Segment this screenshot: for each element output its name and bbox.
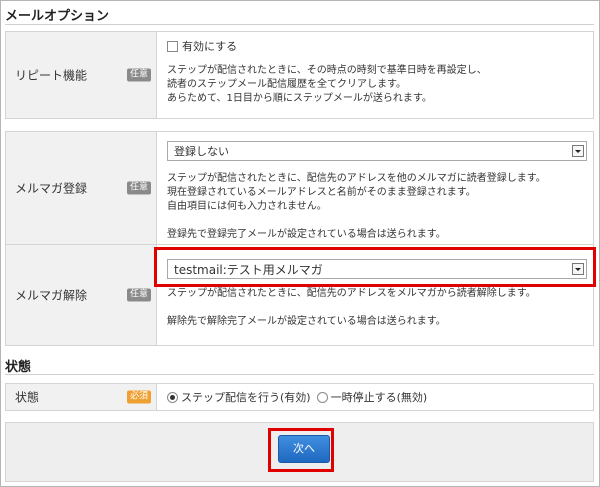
subscribe-select[interactable]: 登録しない	[167, 141, 587, 161]
desc-spacer	[167, 214, 546, 228]
status-content: ステップ配信を行う(有効) 一時停止する(無効)	[157, 384, 593, 410]
status-option-paused[interactable]: 一時停止する(無効)	[316, 389, 428, 405]
status-row: 状態 必須 ステップ配信を行う(有効) 一時停止する(無効)	[6, 384, 593, 410]
radio-button[interactable]	[167, 391, 178, 403]
repeat-enable-checkbox[interactable]: 有効にする	[167, 38, 237, 54]
chevron-down-icon[interactable]	[572, 145, 584, 157]
mail-options-title: メールオプション	[5, 9, 110, 24]
unsubscribe-label-cell: メルマガ解除 任意	[6, 245, 157, 345]
desc-line: 解除先で解除完了メールが設定されている場合は送られます。	[167, 316, 446, 327]
desc-line: あらためて、1日目から順にステップメールが送られます。	[167, 93, 432, 104]
subscribe-row: メルマガ登録 任意 登録しない ステップが配信されたときに、配信先のアドレスを他…	[6, 132, 593, 244]
optional-badge: 任意	[127, 68, 151, 82]
status-radio-group: ステップ配信を行う(有効) 一時停止する(無効)	[167, 389, 433, 405]
unsubscribe-description: ステップが配信されたときに、配信先のアドレスをメルマガから読者解除します。 解除…	[167, 287, 536, 329]
section-divider	[5, 24, 594, 25]
unsubscribe-label: メルマガ解除	[15, 288, 88, 303]
section-divider	[5, 374, 594, 375]
desc-line: 登録先で登録完了メールが設定されている場合は送られます。	[167, 229, 446, 240]
repeat-row: リピート機能 任意 有効にする ステップが配信されたときに、その時点の時刻で基準…	[6, 32, 593, 118]
subscribe-label: メルマガ登録	[15, 181, 88, 196]
status-title: 状態	[5, 360, 32, 375]
mailmag-table: メルマガ登録 任意 登録しない ステップが配信されたときに、配信先のアドレスを他…	[5, 131, 594, 346]
desc-line: ステップが配信されたときに、配信先のアドレスをメルマガから読者解除します。	[167, 288, 536, 299]
select-value: 登録しない	[174, 145, 229, 158]
optional-badge: 任意	[127, 288, 151, 302]
desc-line: ステップが配信されたときに、その時点の時刻で基準日時を再設定し、	[167, 65, 487, 76]
required-badge: 必須	[127, 390, 151, 404]
repeat-label-cell: リピート機能 任意	[6, 32, 157, 118]
checkbox-label: 有効にする	[182, 40, 238, 53]
status-table: 状態 必須 ステップ配信を行う(有効) 一時停止する(無効)	[5, 383, 594, 411]
status-option-active[interactable]: ステップ配信を行う(有効)	[167, 389, 311, 405]
subscribe-label-cell: メルマガ登録 任意	[6, 132, 157, 244]
radio-label: ステップ配信を行う(有効)	[181, 391, 311, 404]
optional-badge: 任意	[127, 181, 151, 195]
desc-line: 現在登録されているメールアドレスと名前がそのまま登録されます。	[167, 187, 476, 198]
repeat-description: ステップが配信されたときに、その時点の時刻で基準日時を再設定し、 読者のステップ…	[167, 64, 487, 106]
repeat-content: 有効にする ステップが配信されたときに、その時点の時刻で基準日時を再設定し、 読…	[157, 32, 593, 118]
repeat-label: リピート機能	[15, 68, 88, 83]
radio-label: 一時停止する(無効)	[330, 391, 428, 404]
radio-button[interactable]	[316, 391, 328, 403]
repeat-table: リピート機能 任意 有効にする ステップが配信されたときに、その時点の時刻で基準…	[5, 31, 594, 119]
checkbox-box[interactable]	[167, 40, 178, 52]
desc-line: 自由項目には何も入力されません。	[167, 201, 327, 212]
desc-line: ステップが配信されたときに、配信先のアドレスを他のメルマガに読者登録します。	[167, 173, 546, 184]
subscribe-content: 登録しない ステップが配信されたときに、配信先のアドレスを他のメルマガに読者登録…	[157, 132, 593, 244]
status-label: 状態	[15, 390, 40, 405]
status-label-cell: 状態 必須	[6, 384, 157, 410]
highlight-next-button	[268, 428, 334, 472]
subscribe-description: ステップが配信されたときに、配信先のアドレスを他のメルマガに読者登録します。 現…	[167, 172, 546, 242]
desc-line: 読者のステップメール配信履歴を全てクリアします。	[167, 79, 406, 90]
desc-spacer	[167, 301, 536, 315]
highlight-unsubscribe-select	[154, 247, 596, 287]
